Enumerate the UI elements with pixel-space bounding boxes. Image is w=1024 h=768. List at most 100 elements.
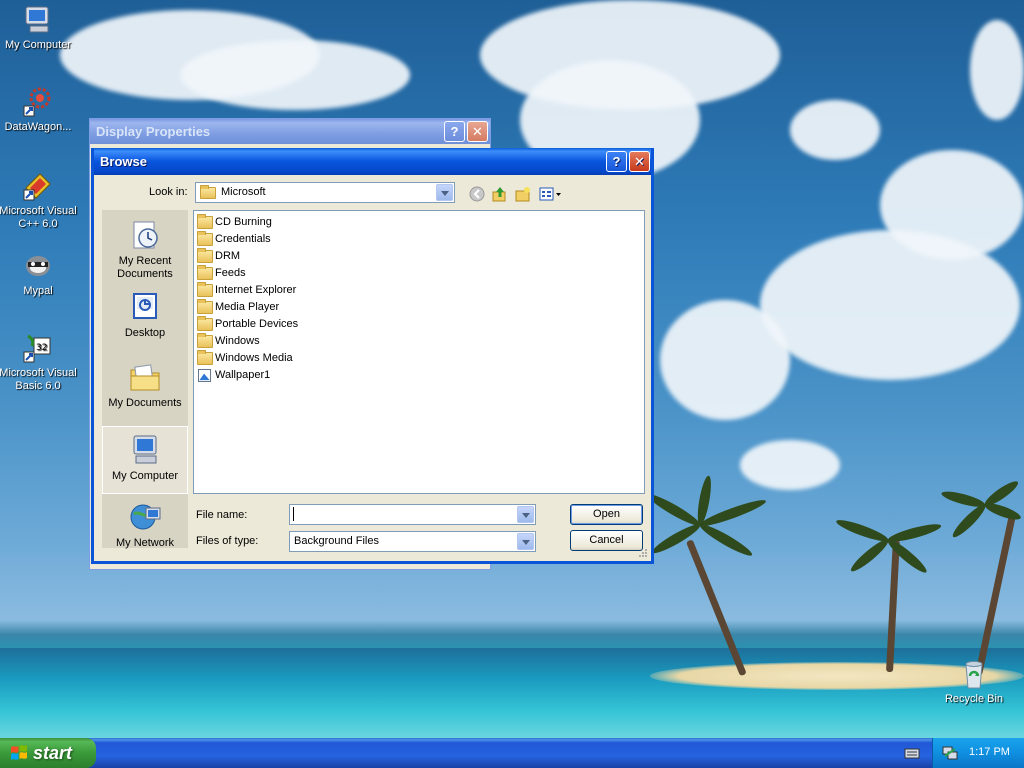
list-item[interactable]: Feeds bbox=[197, 264, 246, 281]
place-label: My Documents bbox=[108, 397, 182, 409]
file-name: Credentials bbox=[215, 233, 271, 245]
place-recent-documents[interactable]: My Recent Documents bbox=[102, 218, 188, 281]
desktop-icon-label: DataWagon... bbox=[4, 121, 72, 133]
view-menu-icon[interactable] bbox=[539, 186, 563, 202]
help-button[interactable]: ? bbox=[606, 151, 627, 172]
new-folder-icon[interactable] bbox=[515, 186, 531, 202]
file-list[interactable]: CD Burning Credentials DRM Feeds Interne… bbox=[193, 210, 645, 494]
close-icon: ✕ bbox=[634, 154, 645, 169]
list-item[interactable]: Windows Media bbox=[197, 349, 293, 366]
list-item[interactable]: DRM bbox=[197, 247, 241, 264]
list-item[interactable]: Portable Devices bbox=[197, 315, 299, 332]
place-my-documents[interactable]: My Documents bbox=[102, 360, 188, 410]
my-computer-icon bbox=[25, 6, 49, 33]
file-name: Windows bbox=[215, 335, 260, 347]
my-network-icon bbox=[130, 504, 161, 530]
system-tray: 1:17 PM bbox=[932, 738, 1024, 768]
resize-grip-icon[interactable] bbox=[638, 548, 648, 558]
folder-icon bbox=[197, 213, 213, 229]
folder-icon bbox=[197, 349, 213, 365]
desktop-icon-visual-basic[interactable]: 32 Microsoft Visual Basic 6.0 bbox=[0, 332, 78, 393]
datawagon-icon bbox=[23, 87, 51, 117]
folder-icon bbox=[197, 247, 213, 263]
display-properties-titlebar[interactable]: Display Properties ? ✕ bbox=[90, 119, 490, 144]
keyboard-icon[interactable] bbox=[904, 746, 920, 760]
desktop-icon-my-computer[interactable]: My Computer bbox=[0, 4, 78, 52]
recent-documents-icon bbox=[133, 221, 158, 249]
file-name: DRM bbox=[215, 250, 241, 262]
start-label: start bbox=[33, 743, 73, 763]
chevron-down-icon[interactable] bbox=[517, 533, 534, 550]
visual-basic-icon: 32 bbox=[23, 334, 51, 363]
place-label: My Computer bbox=[111, 470, 179, 482]
folder-icon bbox=[197, 298, 213, 314]
chevron-down-icon[interactable] bbox=[517, 506, 534, 523]
svg-text:32: 32 bbox=[36, 343, 47, 353]
folder-icon bbox=[197, 230, 213, 246]
place-my-computer[interactable]: My Computer bbox=[102, 426, 188, 494]
files-of-type-dropdown[interactable]: Background Files bbox=[289, 531, 536, 552]
folder-icon bbox=[197, 264, 213, 280]
close-button[interactable]: ✕ bbox=[467, 121, 488, 142]
file-name-label: File name: bbox=[196, 509, 248, 521]
cloud bbox=[970, 20, 1024, 120]
desktop-icon-label: Microsoft Visual C++ 6.0 bbox=[0, 205, 77, 230]
palm-frond bbox=[645, 490, 703, 530]
desktop-icon-recycle-bin[interactable]: Recycle Bin bbox=[934, 658, 1014, 706]
cloud bbox=[180, 40, 410, 110]
windows-logo-icon bbox=[11, 745, 27, 760]
place-my-network[interactable]: My Network bbox=[102, 500, 188, 550]
list-item[interactable]: Internet Explorer bbox=[197, 281, 297, 298]
cloud bbox=[790, 100, 880, 160]
list-item[interactable]: Windows bbox=[197, 332, 260, 349]
list-item[interactable]: Credentials bbox=[197, 230, 271, 247]
place-label: Desktop bbox=[124, 327, 166, 339]
palm-frond bbox=[949, 501, 989, 541]
up-folder-icon[interactable] bbox=[492, 186, 508, 202]
list-item[interactable]: Wallpaper1 bbox=[197, 367, 270, 383]
help-icon: ? bbox=[450, 124, 459, 139]
desktop-icon-label: Microsoft Visual Basic 6.0 bbox=[0, 367, 77, 392]
file-name-field[interactable] bbox=[289, 504, 536, 525]
browse-titlebar[interactable]: Browse ? ✕ bbox=[94, 148, 651, 175]
taskbar: start 1:17 PM bbox=[0, 738, 1024, 768]
place-label: My Network bbox=[115, 537, 175, 549]
file-name: Wallpaper1 bbox=[215, 369, 271, 381]
close-icon: ✕ bbox=[472, 124, 483, 139]
look-in-dropdown[interactable]: Microsoft bbox=[195, 182, 455, 203]
chevron-down-icon[interactable] bbox=[436, 184, 453, 201]
desktop-icon bbox=[133, 293, 157, 319]
network-tray-icon[interactable] bbox=[942, 745, 958, 761]
visual-cpp-icon bbox=[23, 173, 51, 201]
file-name: Portable Devices bbox=[215, 318, 299, 330]
desktop-icon-datawagon[interactable]: DataWagon... bbox=[0, 86, 78, 134]
files-of-type-value: Background Files bbox=[294, 535, 379, 547]
desktop-icon-mypal[interactable]: Mypal bbox=[0, 250, 78, 298]
places-bar: My Recent Documents Desktop My Documents… bbox=[102, 210, 188, 550]
help-icon: ? bbox=[612, 154, 621, 169]
start-button[interactable]: start bbox=[0, 738, 96, 768]
help-button[interactable]: ? bbox=[444, 121, 465, 142]
list-item[interactable]: Media Player bbox=[197, 298, 279, 315]
files-of-type-label: Files of type: bbox=[196, 535, 259, 547]
back-icon[interactable] bbox=[469, 186, 485, 202]
mypal-icon bbox=[26, 256, 50, 276]
desktop-icon-label: My Computer bbox=[4, 39, 72, 51]
folder-icon bbox=[197, 315, 213, 331]
open-button[interactable]: Open bbox=[570, 504, 643, 525]
cancel-button[interactable]: Cancel bbox=[570, 530, 643, 551]
close-button[interactable]: ✕ bbox=[629, 151, 650, 172]
file-name: Feeds bbox=[215, 267, 246, 279]
file-name: CD Burning bbox=[215, 216, 272, 228]
place-desktop[interactable]: Desktop bbox=[102, 290, 188, 340]
clock: 1:17 PM bbox=[969, 746, 1010, 758]
look-in-label: Look in: bbox=[149, 186, 188, 198]
my-documents-icon bbox=[130, 364, 160, 391]
image-file-icon bbox=[198, 368, 212, 382]
folder-icon bbox=[197, 332, 213, 348]
text-caret bbox=[293, 507, 294, 521]
file-name: Internet Explorer bbox=[215, 284, 297, 296]
desktop-icon-visual-cpp[interactable]: Microsoft Visual C++ 6.0 bbox=[0, 170, 78, 231]
palm-frond bbox=[697, 520, 755, 560]
list-item[interactable]: CD Burning bbox=[197, 213, 272, 230]
